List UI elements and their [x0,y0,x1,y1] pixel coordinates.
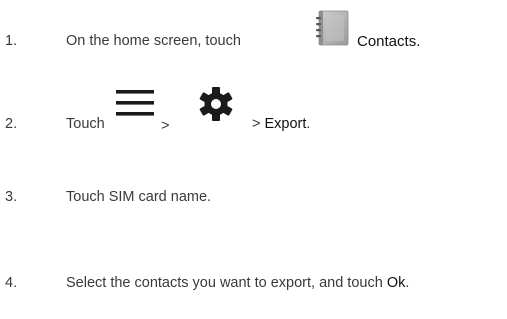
separator: > [252,116,265,132]
punctuation: . [306,116,311,132]
step-number: 4. [5,275,18,291]
punctuation: . [405,275,410,291]
step-text: Select the contacts you want to export, … [66,275,409,291]
export-label: Export [264,116,307,132]
hamburger-menu-icon [115,87,155,118]
step-number: 3. [5,189,18,205]
step-text: Touch SIM card name. [66,189,212,205]
separator: > [161,118,170,134]
step-4: 4. Select the contacts you want to expor… [0,0,507,291]
gear-icon [198,86,234,122]
step-number: 2. [5,116,18,132]
ok-label: Ok [386,275,406,291]
step-text-tail: > Export. [252,116,310,132]
step-text-main: Select the contacts you want to export, … [66,275,387,291]
step-text: Touch [66,116,105,132]
